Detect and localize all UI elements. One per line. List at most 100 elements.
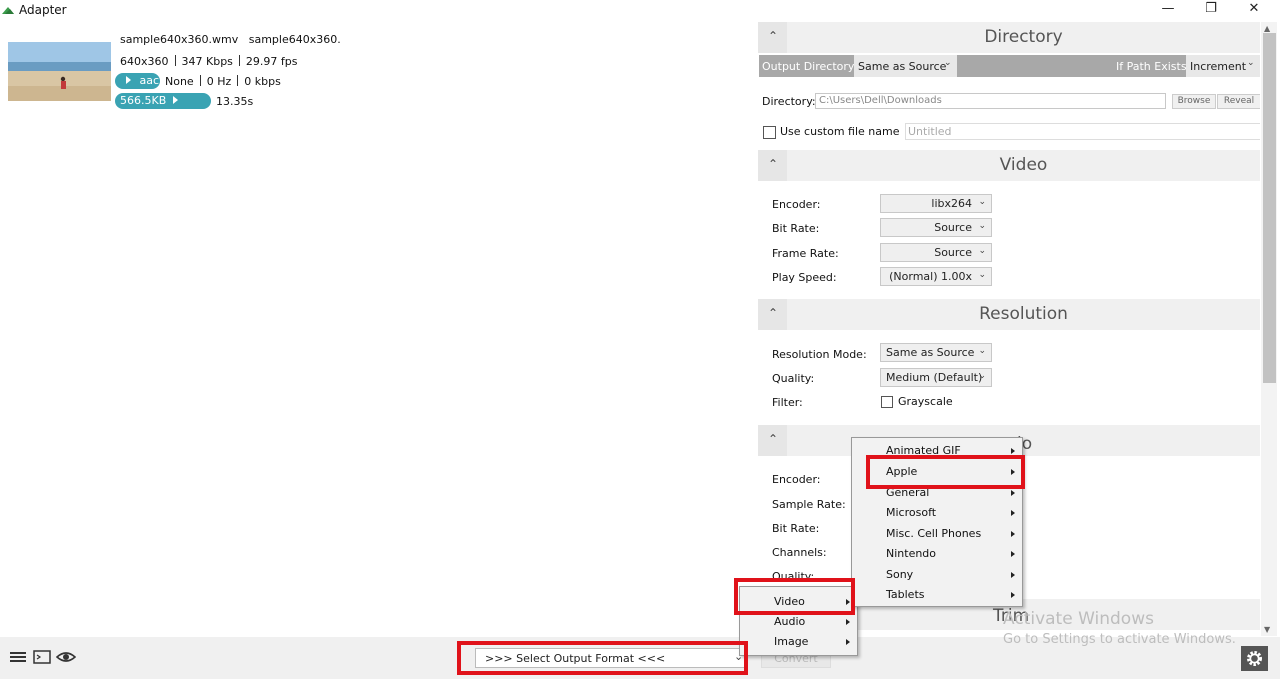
settings-button[interactable] xyxy=(1241,646,1268,671)
play-speed-select[interactable]: (Normal) 1.00x ⌄ xyxy=(880,267,992,286)
frame-rate-select[interactable]: Source ⌄ xyxy=(880,243,992,262)
video-title: Video xyxy=(999,155,1048,175)
video-bitrate: 347 Kbps xyxy=(181,55,233,68)
video-resolution: 640x360 xyxy=(120,55,169,68)
submenu-arrow-icon xyxy=(846,619,850,625)
status-badge[interactable]: 566.5KB Error! xyxy=(115,93,211,123)
chevron-up-icon: ⌃ xyxy=(768,29,779,43)
video-bitrate-select[interactable]: Source ⌄ xyxy=(880,218,992,237)
menu-item-label: Nintendo xyxy=(886,547,937,560)
audio-encoder-label: Encoder: xyxy=(772,473,821,486)
output-directory-label: Output Directory: xyxy=(762,60,858,73)
menu-item-label: Audio xyxy=(774,615,806,628)
filter-label: Filter: xyxy=(772,396,803,409)
custom-filename-input[interactable]: Untitled xyxy=(905,123,1260,140)
video-section-header[interactable]: ⌃ Video xyxy=(758,150,1260,181)
activate-windows-subtext: Go to Settings to activate Windows. xyxy=(1003,632,1236,647)
console-icon[interactable] xyxy=(32,648,52,666)
output-directory-select[interactable]: Same as Source ⌄ xyxy=(854,55,957,77)
submenu-item-misc-cell-phones[interactable]: Misc. Cell Phones xyxy=(852,524,1022,544)
submenu-item-microsoft[interactable]: Microsoft xyxy=(852,503,1022,523)
menu-icon[interactable] xyxy=(8,648,28,666)
submenu-arrow-icon xyxy=(1011,531,1015,537)
submenu-arrow-icon xyxy=(846,639,850,645)
app-logo-icon xyxy=(2,7,14,14)
audio-codec-badge[interactable]: aac xyxy=(115,73,160,89)
preview-eye-icon[interactable] xyxy=(56,648,76,666)
file-name: sample640x360.wmv xyxy=(120,33,239,46)
collapse-directory-button[interactable]: ⌃ xyxy=(758,22,787,53)
video-encoder-select[interactable]: libx264 ⌄ xyxy=(880,194,992,213)
resolution-title: Resolution xyxy=(979,304,1068,324)
gear-icon xyxy=(1247,651,1262,666)
submenu-item-nintendo[interactable]: Nintendo xyxy=(852,544,1022,564)
directory-label: Directory: xyxy=(762,95,816,108)
menu-item-label: Image xyxy=(774,635,809,648)
directory-title: Directory xyxy=(984,27,1063,47)
play-speed-value: (Normal) 1.00x xyxy=(889,270,972,283)
audio-bitrate: 0 kbps xyxy=(244,75,281,88)
frame-rate-label: Frame Rate: xyxy=(772,247,839,260)
browse-button[interactable]: Browse xyxy=(1172,94,1216,109)
path-exists-select[interactable]: Increment ⌄ xyxy=(1186,55,1260,77)
title-bar xyxy=(0,0,1280,22)
minimize-icon[interactable]: — xyxy=(1146,0,1190,20)
submenu-item-sony[interactable]: Sony xyxy=(852,565,1022,585)
chevron-down-icon: ⌄ xyxy=(978,246,986,256)
play-arrow-icon xyxy=(172,96,178,104)
menu-item-audio[interactable]: Audio xyxy=(740,612,857,632)
audio-channels-label: Channels: xyxy=(772,546,827,559)
path-exists-label: If Path Exists: xyxy=(1116,60,1191,73)
file-name-line: sample640x360.wmv sample640x360. xyxy=(120,33,341,46)
audio-info-line: None 0 Hz 0 kbps xyxy=(165,75,281,88)
submenu-arrow-icon xyxy=(1011,510,1015,516)
submenu-arrow-icon xyxy=(1011,490,1015,496)
custom-filename-placeholder: Untitled xyxy=(908,125,952,138)
submenu-item-tablets[interactable]: Tablets xyxy=(852,585,1022,605)
video-bitrate-label: Bit Rate: xyxy=(772,222,820,235)
status-text: Error! xyxy=(117,110,149,123)
resolution-mode-label: Resolution Mode: xyxy=(772,348,867,361)
chevron-down-icon: ⌄ xyxy=(978,346,986,356)
submenu-arrow-icon xyxy=(1011,448,1015,454)
submenu-arrow-icon xyxy=(1011,572,1015,578)
directory-section-header[interactable]: ⌃ Directory xyxy=(758,22,1260,53)
collapse-resolution-button[interactable]: ⌃ xyxy=(758,299,787,330)
submenu-arrow-icon xyxy=(1011,592,1015,598)
window-title: Adapter xyxy=(19,3,67,17)
output-file-name[interactable]: sample640x360. xyxy=(249,33,341,46)
restore-icon[interactable]: ❐ xyxy=(1189,0,1233,20)
scroll-down-icon[interactable]: ▼ xyxy=(1264,625,1270,634)
submenu-arrow-icon xyxy=(1011,551,1015,557)
audio-codec: aac xyxy=(139,74,160,87)
menu-item-label: Misc. Cell Phones xyxy=(886,527,982,540)
custom-filename-label: Use custom file name xyxy=(780,125,900,138)
video-encoder-label: Encoder: xyxy=(772,198,821,211)
menu-item-image[interactable]: Image xyxy=(740,632,857,652)
resolution-section-header[interactable]: ⌃ Resolution xyxy=(758,299,1260,330)
file-size: 566.5KB xyxy=(120,94,167,107)
video-thumbnail[interactable] xyxy=(8,42,111,101)
menu-item-label: Microsoft xyxy=(886,506,937,519)
chevron-up-icon: ⌃ xyxy=(768,157,779,171)
resolution-quality-select[interactable]: Medium (Default) ⌄ xyxy=(880,368,992,387)
collapse-video-button[interactable]: ⌃ xyxy=(758,150,787,181)
scroll-up-icon[interactable]: ▲ xyxy=(1264,24,1270,33)
audio-channels: None xyxy=(165,75,194,88)
scrollbar-thumb[interactable] xyxy=(1263,33,1276,383)
custom-filename-checkbox[interactable] xyxy=(763,126,776,139)
directory-value: C:\Users\Dell\Downloads xyxy=(819,95,942,106)
resolution-mode-select[interactable]: Same as Source ⌄ xyxy=(880,343,992,362)
directory-input[interactable]: C:\Users\Dell\Downloads xyxy=(815,93,1166,109)
chevron-down-icon: ⌄ xyxy=(944,58,952,68)
grayscale-checkbox[interactable] xyxy=(881,396,893,408)
reveal-button[interactable]: Reveal xyxy=(1217,94,1260,109)
highlight-video-item xyxy=(734,578,855,615)
highlight-apple-item xyxy=(866,455,1025,489)
chevron-down-icon: ⌄ xyxy=(978,371,986,381)
play-speed-label: Play Speed: xyxy=(772,271,837,284)
output-directory-value: Same as Source xyxy=(858,60,947,73)
close-icon[interactable]: ✕ xyxy=(1232,0,1276,20)
sample-rate-label: Sample Rate: xyxy=(772,498,846,511)
collapse-audio-button[interactable]: ⌃ xyxy=(758,425,787,456)
